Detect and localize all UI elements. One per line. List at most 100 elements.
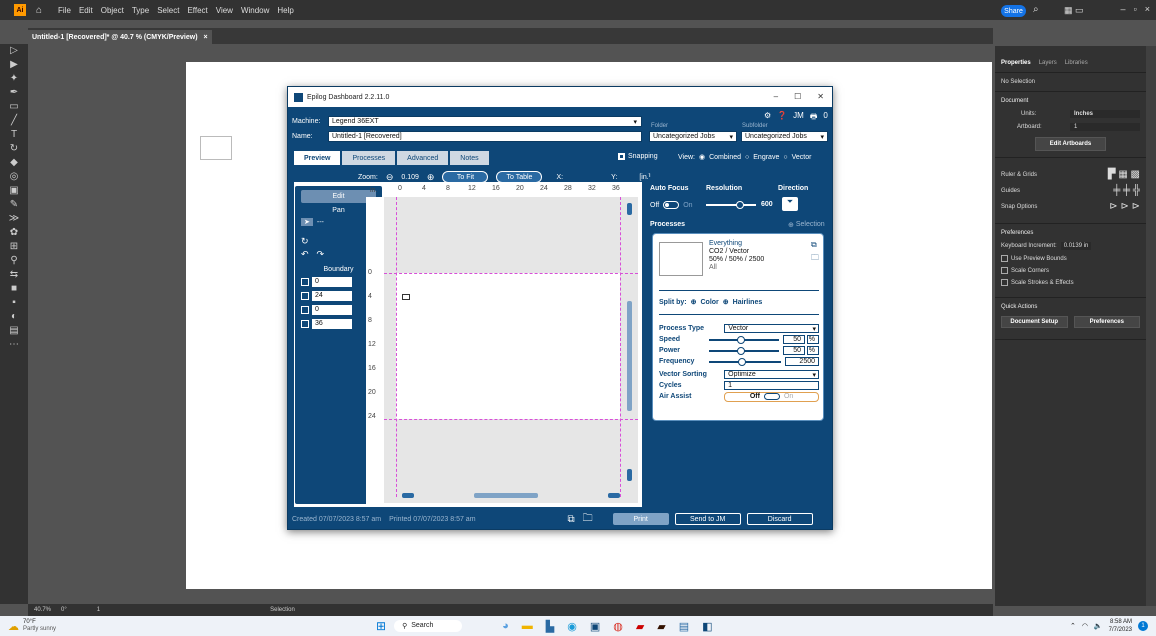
rotation-value[interactable]: 0° <box>61 607 67 613</box>
snapping-toggle[interactable]: Snapping <box>618 153 658 160</box>
swap-colors-icon[interactable]: ⇆ <box>7 269 21 281</box>
eyedropper-tool-icon[interactable]: ✎ <box>7 199 21 211</box>
view-combined-radio[interactable]: ◉ <box>699 153 705 161</box>
print-button[interactable]: Print <box>612 513 669 525</box>
speed-slider[interactable] <box>709 335 779 344</box>
air-assist-toggle[interactable]: Off On <box>724 391 819 402</box>
menu-view[interactable]: View <box>216 6 233 15</box>
power-input[interactable]: 50 <box>783 346 805 355</box>
cycles-input[interactable]: 1 <box>724 381 819 390</box>
duplicate-process-icon[interactable]: ⧉ <box>811 240 817 250</box>
panel-scrollbar[interactable] <box>1146 46 1156 606</box>
eraser-tool-icon[interactable]: ◆ <box>7 157 21 169</box>
minimize-icon[interactable]: – <box>774 92 778 101</box>
process-type-select[interactable]: Vector ▾ <box>724 324 819 333</box>
horizontal-scrollbar-left[interactable] <box>402 493 414 498</box>
type-tool-icon[interactable]: T <box>7 129 21 141</box>
menu-edit[interactable]: Edit <box>79 6 93 15</box>
vertical-scrollbar-thumb[interactable] <box>627 301 632 411</box>
zoom-out-icon[interactable]: ⊖ <box>386 172 394 183</box>
edit-button[interactable]: Edit <box>301 190 376 203</box>
line-tool-icon[interactable]: ╱ <box>7 115 21 127</box>
volume-icon[interactable]: 🔈 <box>1094 622 1103 630</box>
weather-icon[interactable]: ☁ <box>8 620 19 633</box>
to-table-button[interactable]: To Table <box>496 171 543 183</box>
resolution-slider[interactable] <box>706 201 756 209</box>
shape-builder-tool-icon[interactable]: ◎ <box>7 171 21 183</box>
tab-preview[interactable]: Preview <box>294 151 341 165</box>
view-engrave-radio[interactable]: ○ <box>745 154 749 161</box>
subfolder-select[interactable]: Uncategorized Jobs ▾ <box>741 131 828 142</box>
zoom-in-icon[interactable]: ⊕ <box>427 172 435 183</box>
zoom-tool-icon[interactable]: ⚲ <box>7 255 21 267</box>
job-name-input[interactable]: Untitled-1 [Recovered] <box>328 131 642 142</box>
fill-stroke-icon[interactable]: ■ <box>7 283 21 295</box>
tab-libraries[interactable]: Libraries <box>1065 60 1088 66</box>
vertical-scrollbar-bottom[interactable] <box>627 469 632 481</box>
artboard-select[interactable]: 1 <box>1070 123 1140 131</box>
checkbox-checked[interactable] <box>618 153 625 160</box>
cursor-tool-icon[interactable]: ➤ <box>301 218 313 226</box>
tab-advanced[interactable]: Advanced <box>397 151 449 165</box>
chat-app-icon[interactable]: ◕ <box>502 620 509 633</box>
menu-effect[interactable]: Effect <box>187 6 207 15</box>
tab-processes[interactable]: Processes <box>342 151 396 165</box>
more-tools-icon[interactable]: ⋯ <box>7 339 21 351</box>
send-to-jm-button[interactable]: Send to JM <box>674 513 741 525</box>
artboard-number[interactable]: 1 <box>97 607 100 613</box>
save-job-icon[interactable]: ⧉ <box>568 514 575 525</box>
refresh-icon[interactable]: ↻ <box>301 236 376 247</box>
tray-chevron-icon[interactable]: ⌃ <box>1070 622 1076 630</box>
direction-down-icon[interactable]: ⏷ <box>782 197 798 211</box>
wifi-icon[interactable]: ◠ <box>1082 622 1088 630</box>
app-icon[interactable]: ▤ <box>679 620 689 633</box>
speed-input[interactable]: 50 <box>783 335 805 344</box>
view-vector-radio[interactable]: ○ <box>783 154 787 161</box>
vertical-scrollbar-top[interactable] <box>627 203 632 215</box>
edit-artboards-button[interactable]: Edit Artboards <box>1034 137 1107 151</box>
workspace-icon[interactable]: ▦ ▭ <box>1064 5 1084 16</box>
pen-tool-icon[interactable]: ✒ <box>7 87 21 99</box>
screen-mode-icon[interactable]: ▤ <box>7 325 21 337</box>
snap-icons[interactable]: ⊳ ⊳ ⊳ <box>1109 201 1140 212</box>
chrome-icon[interactable]: ◍ <box>613 620 623 633</box>
document-tab[interactable]: Untitled-1 [Recovered]* @ 40.7 % (CMYK/P… <box>28 30 212 44</box>
boundary-right-input[interactable]: 36 <box>312 319 352 329</box>
symbol-tool-icon[interactable]: ✿ <box>7 227 21 239</box>
rectangle-tool-icon[interactable]: ▭ <box>7 101 21 113</box>
boundary-top-input[interactable]: 0 <box>312 277 352 287</box>
epilog-taskbar-icon[interactable]: ◧ <box>702 620 712 633</box>
artwork-rectangle[interactable] <box>200 136 232 160</box>
illustrator-taskbar-icon[interactable]: ▰ <box>657 620 665 633</box>
units-select[interactable]: Inches <box>1070 110 1140 118</box>
file-explorer-icon[interactable]: ▬ <box>522 620 533 633</box>
machine-select[interactable]: Legend 36EXT ▾ <box>328 116 642 127</box>
horizontal-scrollbar-right[interactable] <box>608 493 620 498</box>
add-selection[interactable]: ⊕ Selection <box>788 221 825 229</box>
maximize-icon[interactable]: ☐ <box>794 92 801 101</box>
frequency-input[interactable]: 2500 <box>785 357 819 366</box>
folder-process-icon[interactable]: 🗀 <box>811 252 819 266</box>
split-color-plus-icon[interactable]: ⊕ <box>691 298 697 306</box>
auto-focus-toggle[interactable]: Off On <box>650 201 693 209</box>
mail-icon[interactable]: ▣ <box>590 620 600 633</box>
split-hairlines-plus-icon[interactable]: ⊕ <box>723 298 729 306</box>
frequency-slider[interactable] <box>709 357 781 366</box>
zoom-level[interactable]: 40.7% <box>34 607 51 613</box>
tab-notes[interactable]: Notes <box>450 151 489 165</box>
selection-tool-icon[interactable]: ▷ <box>7 45 21 57</box>
ruler-grid-icons[interactable]: ▛ ▦ ▩ <box>1108 169 1140 180</box>
vector-sorting-select[interactable]: Optimize ▾ <box>724 370 819 379</box>
tab-layers[interactable]: Layers <box>1039 60 1057 66</box>
color-mode-icon[interactable]: ▪ <box>7 297 21 309</box>
rotate-tool-icon[interactable]: ↻ <box>7 143 21 155</box>
printer-icon[interactable]: 🖶 <box>810 111 818 125</box>
guides-icons[interactable]: ╪ ╪ ╬ <box>1113 185 1140 196</box>
blend-tool-icon[interactable]: ≫ <box>7 213 21 225</box>
notification-badge-icon[interactable]: 1 <box>1138 621 1148 631</box>
pan-dash-icon[interactable]: --- <box>317 219 324 226</box>
home-icon[interactable]: ⌂ <box>36 5 42 16</box>
document-setup-button[interactable]: Document Setup <box>1001 316 1068 328</box>
minimize-icon[interactable]: – <box>1121 4 1126 14</box>
open-folder-icon[interactable]: 🗀 <box>583 511 593 528</box>
